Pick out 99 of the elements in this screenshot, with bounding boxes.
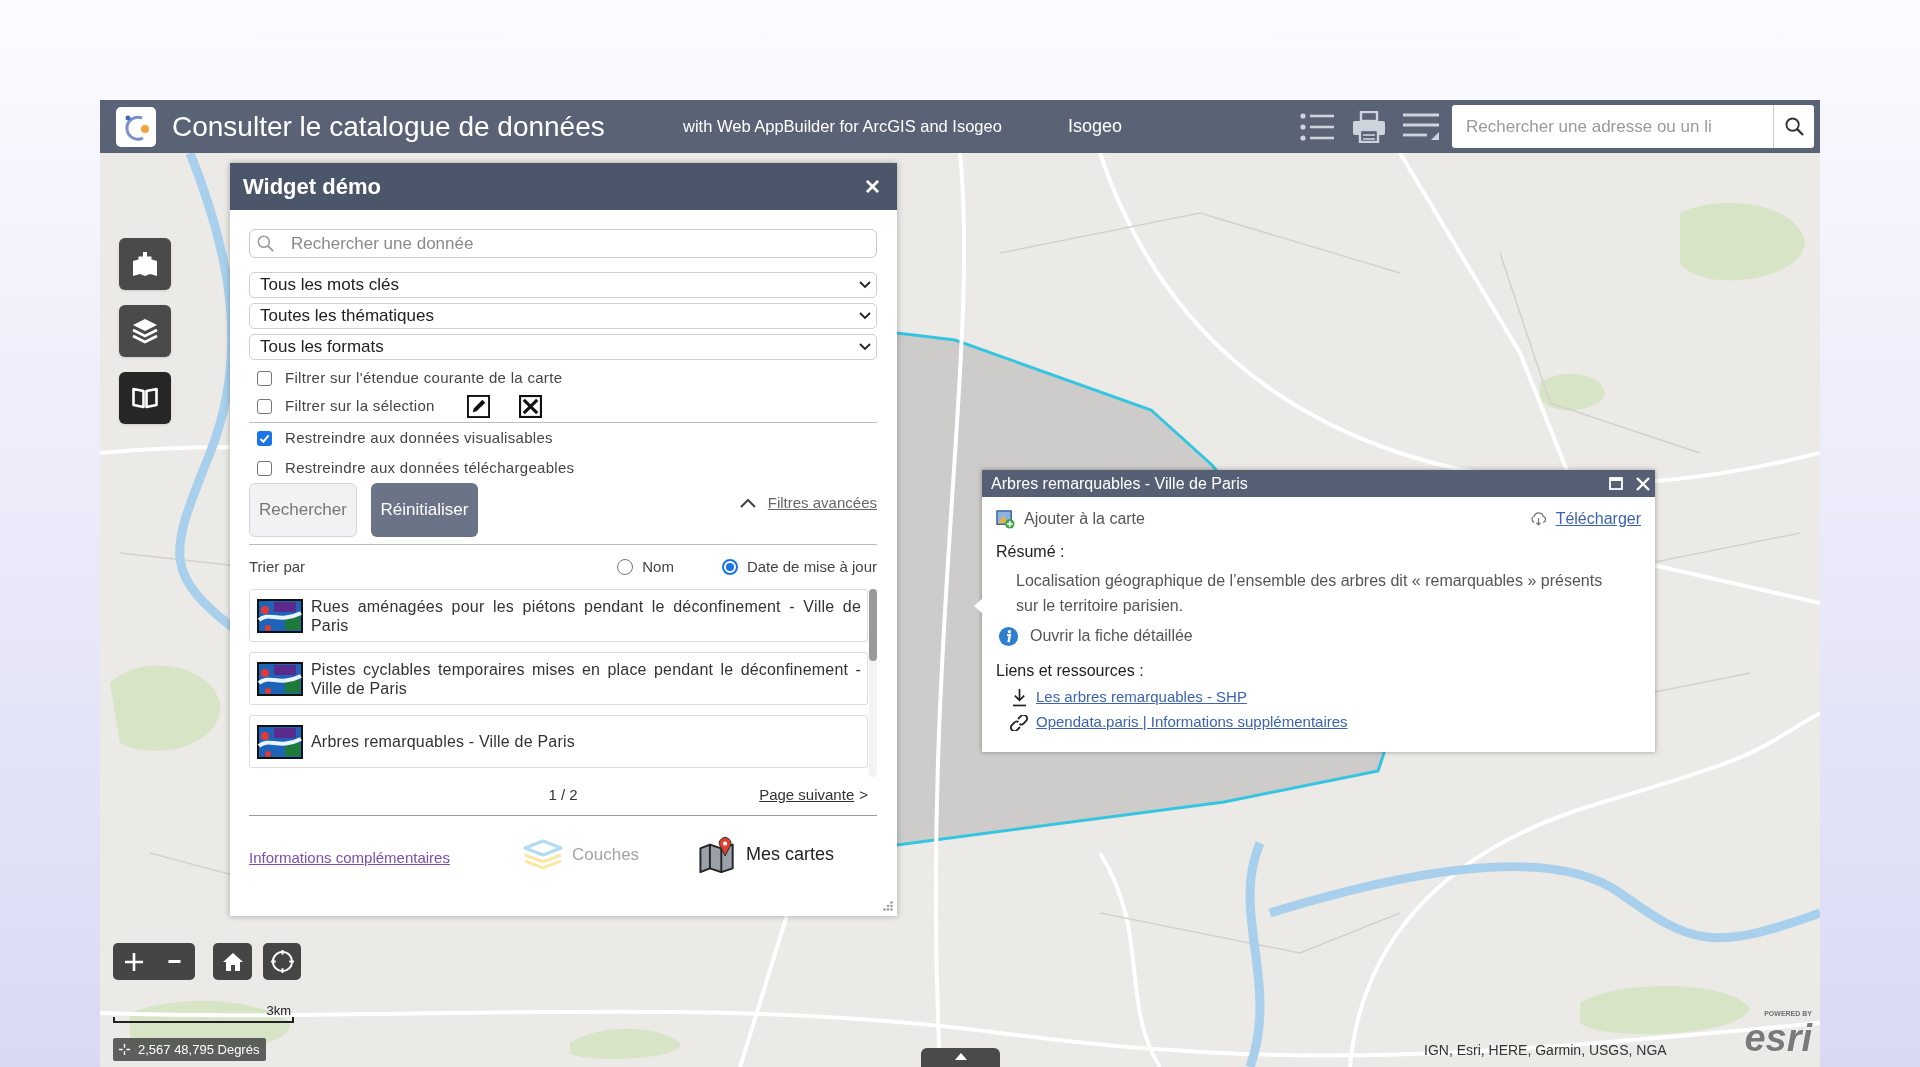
details-link[interactable]: Ouvrir la fiche détaillée bbox=[1030, 624, 1193, 648]
summary-label: Résumé : bbox=[996, 542, 1065, 562]
checkbox[interactable] bbox=[257, 370, 272, 386]
cloud-download-icon[interactable] bbox=[1529, 512, 1547, 526]
layers-icon bbox=[132, 318, 158, 344]
check-icon bbox=[259, 432, 270, 444]
app-subtitle: with Web AppBuilder for ArcGIS and Isogeo bbox=[683, 117, 1002, 135]
result-title: Pistes cyclables temporaires mises en place pendant le déconfinement - Ville de Paris bbox=[311, 659, 861, 698]
menu-icon bbox=[1403, 111, 1439, 142]
page-indicator: 1 / 2 bbox=[548, 784, 578, 805]
coordinates-text: 2,567 48,795 Degrés bbox=[138, 1040, 260, 1059]
search-icon bbox=[1784, 117, 1804, 136]
checkbox[interactable] bbox=[257, 430, 272, 446]
checkbox-label: Restreindre aux données téléchargeables bbox=[285, 457, 575, 478]
download-icon bbox=[1011, 688, 1027, 707]
book-button[interactable] bbox=[119, 372, 171, 424]
park-area bbox=[1540, 373, 1605, 411]
app-title: Consulter le catalogue de données bbox=[172, 110, 605, 142]
result-title: Rues aménagées pour les piétons pendant le déconfinement - Ville de Paris bbox=[311, 596, 861, 635]
checkbox[interactable] bbox=[257, 398, 272, 414]
map-pin-icon bbox=[698, 835, 737, 874]
search-icon bbox=[257, 235, 274, 252]
map-plus-icon bbox=[132, 251, 158, 277]
link-icon bbox=[1010, 714, 1028, 731]
checkbox-label: Restreindre aux données visualisables bbox=[285, 427, 553, 448]
book-icon bbox=[132, 387, 158, 409]
scale-label: 3km bbox=[266, 1002, 291, 1020]
map-thumbnail-icon bbox=[257, 598, 303, 633]
chevron-down-icon bbox=[859, 281, 871, 289]
layers-icon bbox=[523, 838, 563, 871]
result-title: Arbres remarquables - Ville de Paris bbox=[311, 732, 576, 751]
checkbox-label: Filtrer sur la sélection bbox=[285, 397, 435, 414]
layers-button[interactable] bbox=[119, 305, 171, 357]
close-icon bbox=[1635, 476, 1650, 491]
maximize-button[interactable] bbox=[1608, 475, 1624, 492]
search-submit-button[interactable]: Rechercher bbox=[249, 483, 357, 537]
checkbox[interactable] bbox=[257, 460, 272, 476]
resources-label: Liens et ressources : bbox=[996, 661, 1144, 681]
search-field[interactable]: Rechercher une donnée bbox=[249, 229, 877, 258]
crosshair-icon[interactable] bbox=[119, 1044, 130, 1055]
next-page-link[interactable]: Page suivante bbox=[759, 783, 855, 807]
chevron-down-icon bbox=[859, 343, 871, 351]
result-item[interactable]: Arbres remarquables - Ville de Paris bbox=[249, 715, 868, 768]
add-data-button[interactable] bbox=[119, 238, 171, 290]
info-icon[interactable] bbox=[998, 625, 1019, 647]
address-search-field[interactable]: Rechercher une adresse ou un li bbox=[1452, 105, 1773, 148]
resource-link[interactable]: Opendata.paris | Informations supplémentaires bbox=[1036, 711, 1348, 734]
locate-button[interactable] bbox=[263, 943, 301, 980]
advanced-filters-link[interactable]: Filtres avancées bbox=[767, 492, 877, 515]
minus-icon bbox=[167, 960, 182, 963]
reset-button[interactable]: Réinitialiser bbox=[371, 483, 478, 537]
map-attribution: IGN, Esri, HERE, Garmin, USGS, NGA bbox=[1424, 1041, 1667, 1060]
home-button[interactable] bbox=[213, 943, 252, 980]
zoom-in-button[interactable] bbox=[113, 943, 154, 980]
radio-button[interactable] bbox=[721, 559, 738, 575]
dropdown[interactable]: Tous les mots clés bbox=[249, 272, 877, 298]
download-link[interactable]: Télécharger bbox=[1555, 507, 1641, 531]
add-to-map-link[interactable]: Ajouter à la carte bbox=[1024, 507, 1145, 531]
locate-icon bbox=[269, 949, 295, 974]
scrollbar[interactable] bbox=[869, 589, 877, 777]
print-icon bbox=[1352, 110, 1386, 143]
logo-icon bbox=[116, 106, 156, 147]
next-arrow: > bbox=[859, 784, 868, 805]
checkbox-label: Filtrer sur l'étendue courante de la carte bbox=[285, 367, 563, 388]
radio-label: Nom bbox=[642, 556, 674, 577]
maximize-icon bbox=[1609, 477, 1623, 490]
dropdown[interactable]: Tous les formats bbox=[249, 334, 877, 360]
resource-link[interactable]: Les arbres remarquables - SHP bbox=[1036, 686, 1247, 709]
chevron-down-icon bbox=[859, 312, 871, 320]
search-button[interactable] bbox=[1773, 105, 1814, 148]
result-item[interactable]: Pistes cyclables temporaires mises en place pendant le déconfinement - Ville de Paris bbox=[249, 652, 868, 705]
caret-up-icon bbox=[954, 1053, 967, 1060]
map-thumbnail-icon bbox=[257, 724, 303, 759]
home-icon bbox=[221, 951, 244, 972]
close-button[interactable] bbox=[1634, 475, 1651, 492]
add-map-icon[interactable] bbox=[996, 509, 1015, 529]
resize-handle-icon[interactable] bbox=[883, 901, 893, 911]
close-button[interactable] bbox=[865, 179, 879, 194]
clear-selection-icon[interactable] bbox=[519, 394, 542, 418]
more-info-link[interactable]: Informations complémentaires bbox=[249, 849, 450, 866]
result-item[interactable]: Rues aménagées pour les piétons pendant le déconfinement - Ville de Paris bbox=[249, 589, 868, 642]
list-icon bbox=[1300, 111, 1334, 142]
popup-title: Arbres remarquables - Ville de Paris bbox=[991, 473, 1248, 494]
sort-label: Trier par bbox=[249, 556, 306, 577]
radio-button[interactable] bbox=[617, 559, 634, 575]
scrollbar-thumb[interactable] bbox=[869, 589, 877, 661]
map-thumbnail-icon bbox=[257, 661, 303, 696]
zoom-out-button[interactable] bbox=[154, 943, 195, 980]
radio-label: Date de mise à jour bbox=[746, 556, 877, 577]
dropdown[interactable]: Toutes les thématiques bbox=[249, 303, 877, 329]
plus-icon bbox=[124, 952, 143, 971]
logo-wordmark: esri bbox=[1744, 1018, 1812, 1058]
summary-text: Localisation géographique de l’ensemble des arbres dit « remarquables » présents sur le territoire parisien. bbox=[1016, 571, 1604, 616]
panel-toggle-button[interactable] bbox=[921, 1048, 1000, 1067]
widget-title: Widget démo bbox=[243, 173, 381, 201]
close-icon bbox=[865, 180, 879, 193]
brand-label: Isogeo bbox=[1068, 115, 1123, 138]
pencil-icon[interactable] bbox=[467, 394, 490, 418]
footer-tab[interactable]: Mes cartes bbox=[698, 835, 835, 874]
